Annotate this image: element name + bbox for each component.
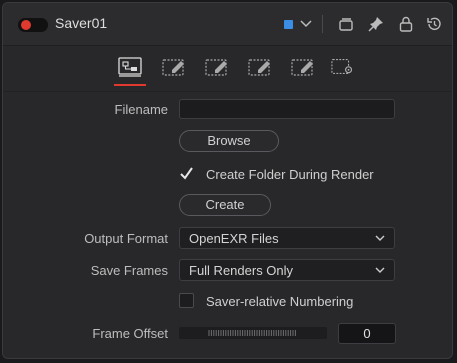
browse-button[interactable]: Browse — [179, 130, 279, 152]
node-color-swatch[interactable] — [284, 20, 293, 29]
create-button[interactable]: Create — [179, 194, 271, 216]
reset-icon[interactable] — [425, 15, 443, 33]
chevron-down-icon — [375, 235, 385, 241]
file-settings-icon[interactable] — [118, 57, 142, 77]
frame-offset-slider[interactable] — [179, 327, 327, 339]
frame-offset-value[interactable]: 0 — [338, 323, 396, 344]
inspector-panel: Saver01 Filename Browse Create Folder Du… — [2, 2, 453, 359]
filename-label: Filename — [114, 102, 168, 117]
frame-offset-label: Frame Offset — [92, 326, 168, 341]
tabs-divider — [3, 91, 452, 92]
output-format-value: OpenEXR Files — [189, 231, 279, 246]
save-frames-label: Save Frames — [90, 263, 168, 278]
node-title: Saver01 — [55, 15, 108, 31]
edit-icon-4[interactable] — [248, 57, 272, 77]
node-header: Saver01 — [3, 3, 452, 46]
checkmark-icon — [180, 167, 193, 180]
edit-icon-2[interactable] — [162, 57, 186, 77]
save-frames-select[interactable]: Full Renders Only — [179, 259, 395, 281]
save-frames-value: Full Renders Only — [189, 263, 294, 278]
edit-icon-3[interactable] — [205, 57, 229, 77]
create-folder-label: Create Folder During Render — [206, 167, 374, 182]
active-tab-indicator — [114, 84, 146, 86]
versions-icon[interactable] — [337, 15, 355, 33]
output-format-select[interactable]: OpenEXR Files — [179, 227, 395, 249]
output-format-label: Output Format — [84, 231, 168, 246]
enabled-dot — [21, 20, 31, 30]
saver-relative-label: Saver-relative Numbering — [206, 294, 354, 309]
create-folder-checkbox[interactable] — [179, 166, 194, 181]
filename-field[interactable] — [179, 99, 395, 119]
settings-gear-icon[interactable] — [331, 57, 355, 77]
header-separator — [322, 15, 323, 33]
lock-icon[interactable] — [397, 15, 415, 33]
saver-relative-checkbox[interactable] — [179, 293, 194, 308]
pin-icon[interactable] — [367, 15, 385, 33]
chevron-down-icon[interactable] — [298, 13, 314, 33]
edit-icon-5[interactable] — [291, 57, 315, 77]
node-enable-toggle[interactable] — [18, 18, 48, 32]
chevron-down-icon — [375, 267, 385, 273]
